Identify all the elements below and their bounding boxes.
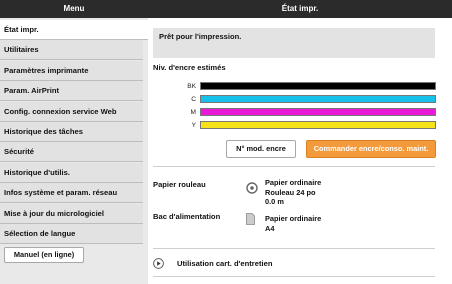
ink-bar-bk bbox=[200, 82, 436, 90]
paper-roll-type: Papier ordinaire bbox=[265, 178, 322, 187]
divider bbox=[153, 276, 435, 277]
paper-roll-remaining: 0.0 m bbox=[265, 197, 284, 207]
sidebar-item-printer-status[interactable]: État impr. bbox=[0, 20, 148, 40]
ink-bar-c bbox=[200, 95, 436, 103]
feed-tray-label: Bac d'alimentation bbox=[153, 212, 221, 221]
ink-bar-m bbox=[200, 108, 436, 116]
ink-label-m: M bbox=[190, 109, 197, 116]
sidebar-item-system-info[interactable]: Infos système et param. réseau bbox=[0, 183, 143, 203]
ink-label-c: C bbox=[191, 96, 196, 103]
maintenance-cartridge-link[interactable]: Utilisation cart. d'entretien bbox=[177, 259, 272, 268]
ink-fill-y bbox=[201, 122, 435, 128]
main-panel: Prêt pour l'impression. Niv. d'encre est… bbox=[148, 18, 452, 284]
ink-fill-c bbox=[201, 96, 435, 102]
feed-tray-info: Papier ordinaire A4 bbox=[265, 214, 321, 233]
ink-fill-bk bbox=[201, 83, 435, 89]
paper-roll-icon bbox=[246, 182, 258, 194]
sidebar-item-security[interactable]: Sécurité bbox=[0, 142, 143, 162]
divider bbox=[153, 166, 435, 167]
ink-bar-y bbox=[200, 121, 436, 129]
ink-label-y: Y bbox=[191, 122, 196, 129]
feed-tray-type: Papier ordinaire bbox=[265, 214, 322, 223]
menu-title: Menu bbox=[63, 4, 85, 13]
sidebar-item-job-history[interactable]: Historique des tâches bbox=[0, 122, 143, 142]
manual-online-button[interactable]: Manuel (en ligne) bbox=[4, 247, 84, 263]
sidebar-item-airprint[interactable]: Param. AirPrint bbox=[0, 81, 143, 101]
sidebar-item-web-service[interactable]: Config. connexion service Web bbox=[0, 102, 143, 122]
ink-model-number-button[interactable]: N° mod. encre bbox=[226, 140, 296, 158]
sidebar-item-utilities[interactable]: Utilitaires bbox=[0, 40, 143, 60]
page-title: État impr. bbox=[281, 4, 319, 13]
play-arrow-icon[interactable] bbox=[153, 258, 164, 269]
sidebar-item-firmware-update[interactable]: Mise à jour du micrologiciel bbox=[0, 204, 143, 224]
sidebar-item-language[interactable]: Sélection de langue bbox=[0, 224, 143, 244]
order-ink-button[interactable]: Commander encre/conso. maint. bbox=[306, 140, 436, 158]
sidebar: État impr. Utilitaires Paramètres imprim… bbox=[0, 18, 148, 284]
paper-sheet-icon bbox=[246, 213, 255, 225]
ink-fill-m bbox=[201, 109, 435, 115]
feed-tray-size: A4 bbox=[265, 223, 275, 233]
sidebar-item-printer-settings[interactable]: Paramètres imprimante bbox=[0, 61, 143, 81]
ink-label-bk: BK bbox=[187, 83, 196, 90]
paper-roll-info: Papier ordinaire Rouleau 24 po 0.0 m bbox=[265, 178, 321, 207]
top-bar: Menu État impr. bbox=[0, 0, 452, 18]
divider bbox=[153, 248, 435, 249]
paper-roll-label: Papier rouleau bbox=[153, 180, 206, 189]
ink-levels-title: Niv. d'encre estimés bbox=[153, 63, 226, 72]
paper-roll-size: Rouleau 24 po bbox=[265, 187, 316, 197]
sidebar-item-usage-history[interactable]: Historique d'utilis. bbox=[0, 163, 143, 183]
status-message: Prêt pour l'impression. bbox=[153, 28, 435, 58]
